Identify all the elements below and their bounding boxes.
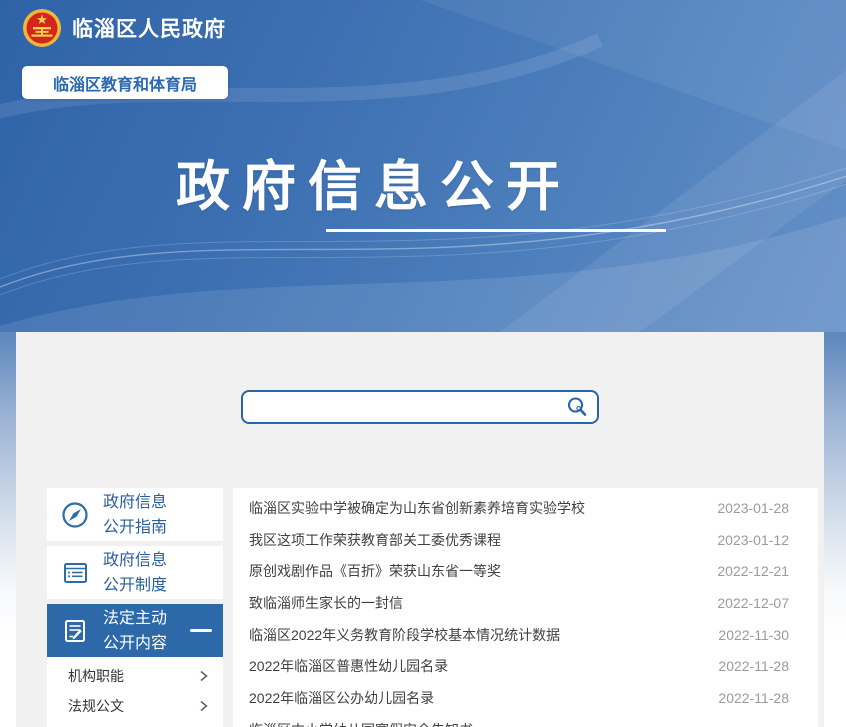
news-title-link[interactable]: 我区这项工作荣获教育部关工委优秀课程 [249, 530, 501, 550]
news-row[interactable]: 临淄区2022年义务教育阶段学校基本情况统计数据 2022-11-30 [233, 619, 818, 651]
banner: 临淄区人民政府 临淄区教育和体育局 政府信息公开 [0, 0, 846, 332]
news-row[interactable]: 2022年临淄区公办幼儿园名录 2022-11-28 [233, 682, 818, 714]
minus-icon [190, 629, 212, 632]
news-title-link[interactable]: 临淄区实验中学被确定为山东省创新素养培育实验学校 [249, 498, 585, 518]
sidebar: 政府信息 公开指南 政府信息 公开制度 [47, 488, 223, 727]
sidebar-submenu: 机构职能 法规公文 [47, 657, 223, 727]
sidebar-item-label: 法定主动 公开内容 [103, 606, 167, 656]
news-date: 2023-01-28 [717, 500, 789, 516]
news-row[interactable]: 临淄区中小学幼儿园寒假安全告知书 [233, 714, 818, 727]
search-box [241, 390, 599, 424]
subitem-label: 机构职能 [68, 666, 124, 686]
search-input[interactable] [243, 394, 557, 420]
news-title-link[interactable]: 2022年临淄区普惠性幼儿园名录 [249, 656, 448, 676]
gov-header[interactable]: 临淄区人民政府 [22, 8, 226, 48]
news-title-link[interactable]: 临淄区2022年义务教育阶段学校基本情况统计数据 [249, 625, 560, 645]
compass-icon [60, 500, 90, 530]
news-title-link[interactable]: 2022年临淄区公办幼儿园名录 [249, 688, 434, 708]
sidebar-item-statutory-content[interactable]: 法定主动 公开内容 [47, 604, 223, 657]
content-panel: 政府信息 公开指南 政府信息 公开制度 [16, 332, 824, 727]
news-row[interactable]: 致临淄师生家长的一封信 2022-12-07 [233, 587, 818, 619]
subitem-label: 法规公文 [68, 696, 124, 716]
news-date: 2022-11-30 [718, 627, 789, 643]
news-row[interactable]: 我区这项工作荣获教育部关工委优秀课程 2023-01-12 [233, 524, 818, 556]
news-title-link[interactable]: 致临淄师生家长的一封信 [249, 593, 403, 613]
sidebar-item-system[interactable]: 政府信息 公开制度 [47, 546, 223, 599]
chevron-right-icon [198, 699, 209, 713]
dept-badge-button[interactable]: 临淄区教育和体育局 [22, 66, 228, 99]
page: 临淄区人民政府 临淄区教育和体育局 政府信息公开 [0, 0, 846, 727]
sidebar-item-label: 政府信息 公开指南 [103, 490, 167, 540]
chevron-right-icon [198, 669, 209, 683]
news-row[interactable]: 2022年临淄区普惠性幼儿园名录 2022-11-28 [233, 650, 818, 682]
news-date: 2022-12-21 [717, 563, 789, 579]
sidebar-subitem-org-functions[interactable]: 机构职能 [47, 661, 223, 691]
news-date: 2022-11-28 [718, 658, 789, 674]
sidebar-subitem-regulations[interactable]: 法规公文 [47, 691, 223, 721]
document-list-icon [60, 558, 90, 588]
news-row[interactable]: 原创戏剧作品《百折》荣获山东省一等奖 2022-12-21 [233, 555, 818, 587]
national-emblem-icon [22, 8, 62, 48]
news-date: 2022-12-07 [717, 595, 789, 611]
search-button[interactable] [557, 392, 597, 422]
sidebar-item-label: 政府信息 公开制度 [103, 548, 167, 598]
gov-name: 临淄区人民政府 [72, 13, 226, 43]
news-title-link[interactable]: 原创戏剧作品《百折》荣获山东省一等奖 [249, 561, 501, 581]
news-row[interactable]: 临淄区实验中学被确定为山东省创新素养培育实验学校 2023-01-28 [233, 492, 818, 524]
news-date: 2023-01-12 [717, 532, 789, 548]
news-title-link[interactable]: 临淄区中小学幼儿园寒假安全告知书 [249, 720, 473, 727]
clipboard-pen-icon [60, 616, 90, 646]
search-icon [565, 395, 589, 419]
sidebar-item-guide[interactable]: 政府信息 公开指南 [47, 488, 223, 541]
banner-title-underline [326, 229, 666, 232]
news-date: 2022-11-28 [718, 690, 789, 706]
news-list: 临淄区实验中学被确定为山东省创新素养培育实验学校 2023-01-28 我区这项… [233, 488, 818, 727]
banner-title: 政府信息公开 [176, 142, 572, 221]
